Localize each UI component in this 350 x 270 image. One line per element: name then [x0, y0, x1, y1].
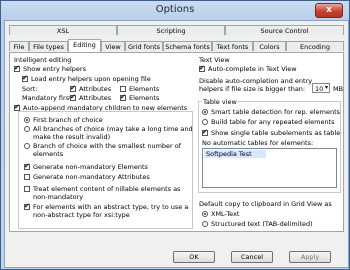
gen-nonmandatory-attributes-label: Generate non-mandatory Attributes [33, 173, 150, 181]
smart-table-radio[interactable] [202, 109, 208, 115]
load-entry-helpers-label: Load entry helpers upon opening file [31, 75, 151, 83]
single-table-label: Show single table subelements as table [211, 129, 341, 137]
editing-panel: Intelligent editing Show entry helpers L… [9, 52, 344, 232]
no-auto-tables-label: No automatic tables for elements: [202, 139, 314, 147]
smallest-branch-radio[interactable] [24, 143, 30, 149]
apply-button[interactable]: Apply [289, 251, 331, 263]
file-size-combobox[interactable]: 10 ▾ [312, 83, 330, 93]
mandatory-attributes-label: Attributes [79, 94, 112, 102]
nillable-label-1: Treat element content of nillable elemen… [33, 185, 181, 193]
tab-view[interactable]: View [101, 41, 125, 51]
build-table-radio[interactable] [202, 119, 208, 125]
abstract-type-label-2: non-abstract type for xsi:type [33, 211, 130, 219]
file-size-value: 10 [315, 85, 324, 93]
structured-text-label: Structured text (TAB-delimited) [211, 220, 313, 228]
disable-autocompletion-label-1: Disable auto-completion and entry [199, 77, 313, 85]
first-branch-label: First branch of choice [33, 116, 103, 124]
smallest-branch-label-1: Branch of choice with the smallest numbe… [33, 142, 182, 150]
first-branch-radio[interactable] [24, 117, 30, 123]
mandatory-first-label: Mandatory first: [22, 94, 74, 102]
load-entry-helpers-checkbox[interactable] [22, 74, 28, 82]
intelligent-editing-heading: Intelligent editing [14, 56, 72, 64]
all-branches-label-1: All branches of choice (may take a long … [33, 125, 193, 133]
text-view-heading: Text View [199, 56, 230, 64]
dialog-body: XSL Scripting Source Control File File t… [4, 20, 349, 268]
options-dialog: Options x XSL Scripting Source Control F… [0, 0, 350, 270]
close-button[interactable]: x [315, 3, 343, 18]
gen-nonmandatory-elements-label: Generate non-mandatory Elements [33, 163, 148, 171]
abstract-type-label-1: For elements with an abstract type, try … [33, 203, 189, 211]
mandatory-attributes-checkbox[interactable] [70, 93, 76, 101]
tab-encoding[interactable]: Encoding [286, 41, 344, 51]
tab-colors[interactable]: Colors [253, 41, 286, 51]
gen-nonmandatory-elements-checkbox[interactable] [24, 162, 30, 170]
show-entry-helpers-checkbox[interactable] [14, 64, 20, 72]
mandatory-elements-checkbox[interactable] [120, 93, 126, 101]
list-item[interactable]: Softpedia Test [204, 150, 266, 158]
no-auto-tables-list[interactable]: Softpedia Test [202, 148, 337, 188]
nillable-checkbox[interactable] [24, 186, 30, 192]
tab-grid-fonts[interactable]: Grid fonts [125, 41, 163, 51]
window-title: Options [155, 4, 195, 15]
tab-schema-fonts[interactable]: Schema fonts [163, 41, 212, 51]
sort-attributes-checkbox[interactable] [70, 84, 76, 92]
tab-source-control[interactable]: Source Control [225, 25, 344, 35]
sort-attributes-label: Attributes [79, 85, 112, 93]
build-table-label: Build table for any repeated elements [211, 118, 335, 126]
all-branches-radio[interactable] [24, 126, 30, 132]
mandatory-elements-label: Elements [129, 94, 160, 102]
tab-xsl[interactable]: XSL [9, 25, 117, 35]
tab-file-types[interactable]: File types [29, 41, 68, 51]
xml-text-label: XML-Text [211, 210, 240, 218]
sort-elements-label: Elements [129, 85, 160, 93]
table-view-heading: Table view [202, 98, 238, 106]
grid-copy-heading: Default copy to clipboard in Grid View a… [199, 200, 332, 208]
tab-editing[interactable]: Editing [68, 39, 101, 52]
sort-label: Sort: [22, 85, 38, 93]
show-entry-helpers-label: Show entry helpers [23, 65, 86, 73]
file-size-unit: MB [333, 85, 344, 93]
ok-button[interactable]: OK [173, 251, 215, 263]
sort-elements-checkbox[interactable] [120, 86, 126, 92]
tab-scripting[interactable]: Scripting [117, 25, 225, 35]
autocomplete-checkbox[interactable] [199, 64, 205, 72]
tab-file[interactable]: File [9, 41, 29, 51]
autocomplete-label: Auto-complete in Text View [208, 65, 297, 73]
tab-text-fonts[interactable]: Text fonts [212, 41, 253, 51]
gen-nonmandatory-attributes-checkbox[interactable] [24, 174, 30, 180]
abstract-type-checkbox[interactable] [24, 202, 30, 210]
all-branches-label-2: make the result invalid) [33, 133, 111, 141]
nillable-label-2: non-mandatory [33, 193, 84, 201]
structured-text-radio[interactable] [202, 221, 208, 227]
chevron-down-icon: ▾ [324, 84, 328, 91]
smallest-branch-label-2: elements [33, 150, 64, 158]
cancel-button[interactable]: Cancel [231, 251, 273, 263]
xml-text-radio[interactable] [202, 211, 208, 217]
disable-autocompletion-label-2: helpers if file size is bigger than: [199, 85, 306, 93]
title-bar: Options x [1, 1, 349, 19]
single-table-checkbox[interactable] [202, 128, 208, 136]
smart-table-label: Smart table detection for rep. elements [211, 108, 341, 116]
